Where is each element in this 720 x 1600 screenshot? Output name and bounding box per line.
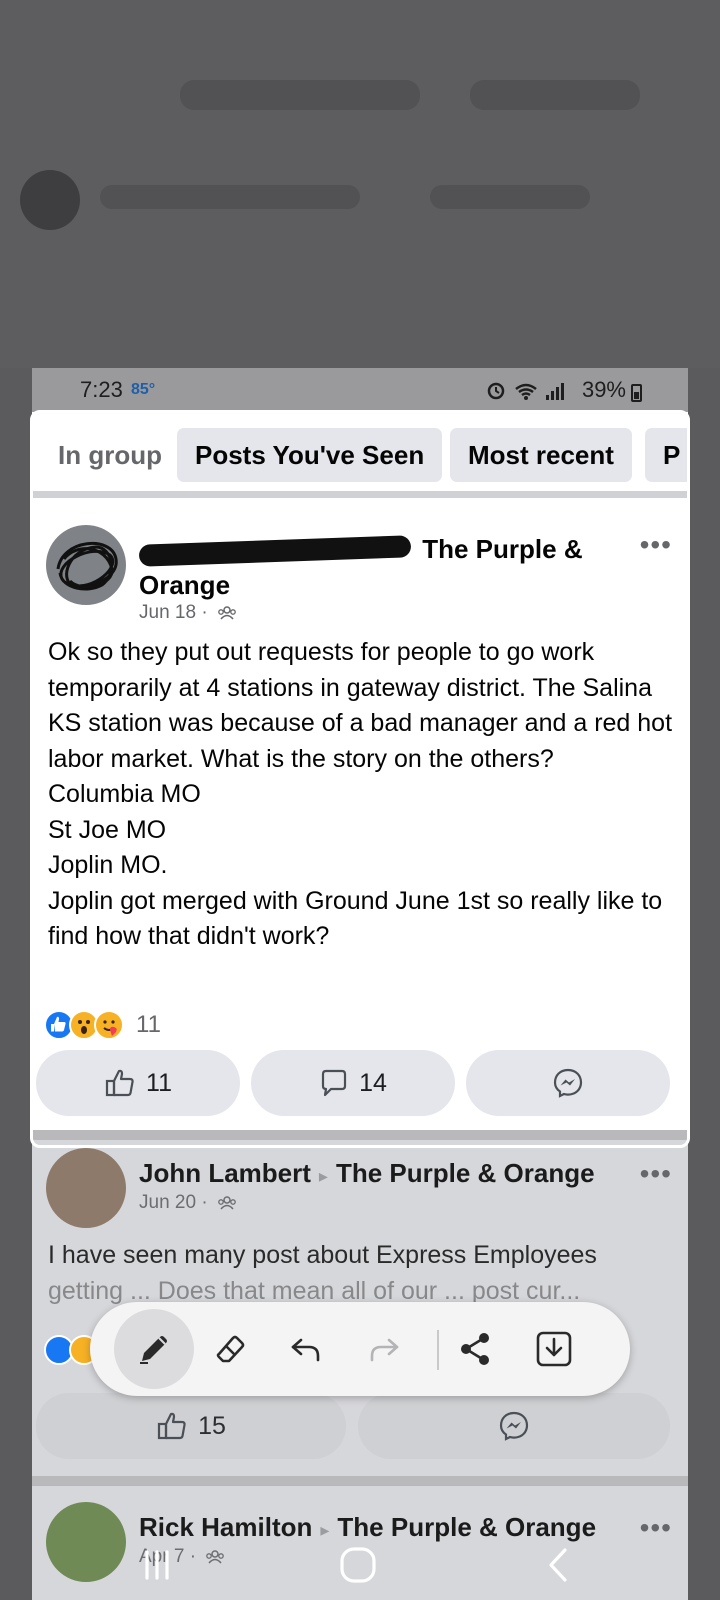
status-temperature: 85° (131, 381, 156, 398)
screenshot-edit-toolbar (90, 1302, 630, 1396)
home-button[interactable] (335, 1542, 381, 1588)
home-icon (340, 1547, 376, 1583)
post-body: Ok so they put out requests for people t… (48, 638, 673, 950)
care-reaction-icon (94, 1010, 124, 1040)
battery-percent: 39% (581, 377, 626, 402)
like-button[interactable]: 15 (36, 1393, 346, 1459)
send-messenger-button[interactable] (466, 1050, 670, 1116)
tab-more[interactable]: P (645, 428, 688, 482)
post-header: The Purple & Orange (138, 531, 609, 603)
avatar[interactable] (46, 525, 126, 605)
comment-button[interactable]: 14 (251, 1050, 455, 1116)
cropped-region: In group Posts You've Seen Most recent P… (32, 412, 688, 1130)
messenger-icon (553, 1068, 583, 1098)
share-button[interactable] (436, 1309, 516, 1389)
left-dim-edge (0, 368, 32, 1600)
pen-icon (140, 1336, 167, 1364)
recent-apps-button[interactable] (134, 1542, 180, 1588)
comment-icon (321, 1069, 347, 1097)
post-meta: Jun 18 · (139, 602, 237, 624)
redo-icon (370, 1338, 399, 1362)
thumbs-up-icon (105, 1069, 134, 1097)
redacted-author-name (138, 535, 412, 567)
redaction-scribble-icon (56, 541, 118, 591)
save-button[interactable] (514, 1309, 594, 1389)
feed-divider (32, 1476, 688, 1486)
post-date[interactable]: Jun 20 (139, 1192, 196, 1213)
undo-button[interactable] (266, 1309, 346, 1389)
tab-posts-youve-seen[interactable]: Posts You've Seen (177, 428, 443, 482)
tab-in-group[interactable]: In group (40, 428, 180, 482)
share-icon (461, 1333, 489, 1365)
post-date[interactable]: Jun 18 (139, 602, 196, 623)
status-time: 7:23 (80, 377, 123, 402)
system-navigation-bar (0, 1530, 720, 1600)
battery-icon (631, 384, 642, 402)
eraser-icon (216, 1335, 245, 1363)
back-icon (549, 1548, 567, 1582)
status-icons (486, 379, 572, 406)
feed-divider (32, 1130, 688, 1140)
comment-count: 14 (359, 1068, 387, 1097)
post-meta: Jun 20 · (139, 1192, 237, 1214)
post-header: John Lambert ▸ The Purple & Orange (139, 1158, 595, 1188)
redo-button[interactable] (344, 1309, 424, 1389)
status-bar: 7:23 85° 39% (32, 368, 688, 412)
eraser-button[interactable] (190, 1309, 270, 1389)
alarm-wifi-signal-icon (487, 382, 564, 400)
download-icon (536, 1331, 572, 1367)
like-count: 15 (198, 1411, 226, 1440)
messenger-icon (499, 1411, 529, 1441)
more-options-icon[interactable]: ••• (640, 531, 672, 559)
more-options-icon[interactable]: ••• (640, 1160, 672, 1188)
tab-most-recent[interactable]: Most recent (450, 428, 632, 482)
recent-apps-icon (145, 1550, 169, 1580)
send-messenger-button[interactable] (358, 1393, 670, 1459)
filter-tabs: In group Posts You've Seen Most recent P (32, 412, 688, 498)
undo-icon (291, 1338, 320, 1362)
like-button[interactable]: 11 (36, 1050, 240, 1116)
captured-screen: 7:23 85° 39% In group Posts You've Seen … (32, 368, 688, 1600)
group-audience-icon (218, 1196, 236, 1210)
post-body: I have seen many post about Express Empl… (48, 1241, 597, 1269)
post-group-name[interactable]: The Purple & Orange (336, 1158, 595, 1188)
blurred-background (0, 0, 720, 368)
post-author[interactable]: John Lambert (139, 1158, 311, 1188)
pen-button[interactable] (114, 1309, 194, 1389)
post-card: The Purple & Orange Jun 18 · ••• Ok so t… (32, 505, 688, 1130)
right-dim-edge (688, 368, 720, 1600)
avatar[interactable] (46, 1148, 126, 1228)
like-count: 11 (146, 1068, 172, 1097)
group-audience-icon (218, 606, 236, 620)
back-button[interactable] (535, 1542, 581, 1588)
reaction-count: 11 (136, 1011, 161, 1038)
thumbs-up-icon (157, 1412, 186, 1440)
post-action-bar: 11 14 (32, 1050, 688, 1118)
